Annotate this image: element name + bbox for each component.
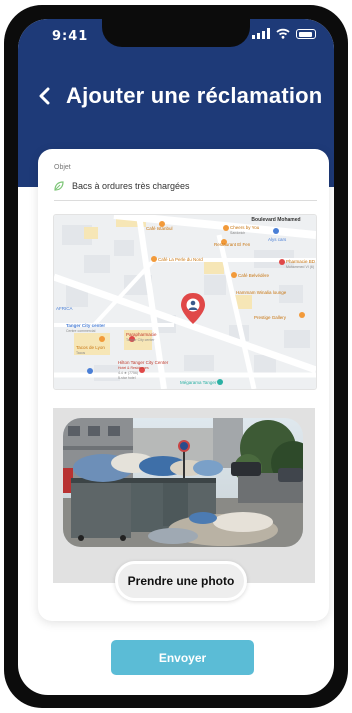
- map-label: Sandwich: [230, 231, 245, 235]
- map-label: 5-star hotel: [118, 376, 136, 380]
- form-card: Objet Bacs à ordures très chargées Boule…: [38, 149, 329, 621]
- location-map[interactable]: Boulevard Mohamed Cheers by You Sandwich…: [53, 214, 317, 390]
- map-label: Mohammed VI (6): [286, 265, 314, 269]
- take-photo-button[interactable]: Prendre une photo: [115, 561, 247, 601]
- field-underline: [54, 200, 317, 201]
- map-label: Parapharmacie: [126, 332, 157, 337]
- status-time: 9:41: [52, 29, 89, 44]
- map-label: Cheers by You: [230, 225, 260, 230]
- map-label: Café Belvédère: [238, 273, 270, 278]
- map-label: Café Istanbul: [146, 226, 173, 231]
- map-label: Restaurant El Fen: [214, 242, 251, 247]
- map-label: Tanger City center: [126, 338, 155, 342]
- app-screen: 9:41 Ajouter une réclamation Objet Bacs …: [18, 19, 334, 695]
- map-marker[interactable]: [87, 368, 93, 374]
- map-street-label: Boulevard Mohamed: [251, 217, 300, 223]
- map-marker[interactable]: [279, 259, 285, 265]
- map-marker[interactable]: [299, 312, 305, 318]
- subject-input[interactable]: Bacs à ordures très chargées: [72, 181, 190, 191]
- notch: [102, 19, 250, 47]
- map-marker[interactable]: [231, 272, 237, 278]
- map-marker[interactable]: [223, 225, 229, 231]
- signal-icon: [252, 28, 270, 39]
- wifi-icon: [276, 28, 290, 39]
- map-label: Hotel & Residences: [118, 366, 149, 370]
- status-icons: [252, 28, 316, 39]
- complaint-photo: [63, 418, 303, 547]
- photo-area: Prendre une photo: [53, 408, 315, 601]
- map-marker[interactable]: [273, 228, 279, 234]
- map-label: Prestige Gallery: [254, 315, 287, 320]
- map-marker[interactable]: [151, 256, 157, 262]
- map-label: Centre commercial: [66, 329, 96, 333]
- map-label: Pharmacie BD: [286, 259, 316, 264]
- map-label: 4.4 ★ (7756): [118, 371, 138, 375]
- map-label: Mégarama Tanger: [180, 380, 217, 385]
- map-label: Hilton Tanger City Center: [118, 360, 169, 365]
- map-canvas: Boulevard Mohamed Cheers by You Sandwich…: [54, 215, 316, 389]
- map-label: AFRICA: [56, 306, 73, 311]
- map-label: Café La Perle du Nord: [158, 257, 203, 262]
- page-title: Ajouter une réclamation: [66, 83, 323, 108]
- subject-field[interactable]: Bacs à ordures très chargées: [54, 181, 190, 191]
- map-label: Tanger City center: [66, 323, 105, 328]
- map-label: Alys cars: [268, 237, 287, 242]
- back-arrow-icon[interactable]: [38, 87, 52, 105]
- battery-icon: [296, 29, 316, 39]
- map-label: Hammam Winalia lounge: [236, 290, 287, 295]
- send-button[interactable]: Envoyer: [111, 640, 254, 675]
- map-label: Tacos: [76, 351, 85, 355]
- map-marker[interactable]: [99, 336, 105, 342]
- map-marker[interactable]: [217, 379, 223, 385]
- phone-frame: 9:41 Ajouter une réclamation Objet Bacs …: [4, 5, 348, 708]
- map-label: Tacos de Lyon: [76, 345, 105, 350]
- title-row: Ajouter une réclamation: [38, 83, 322, 109]
- leaf-icon: [54, 181, 64, 191]
- subject-label: Objet: [54, 164, 71, 171]
